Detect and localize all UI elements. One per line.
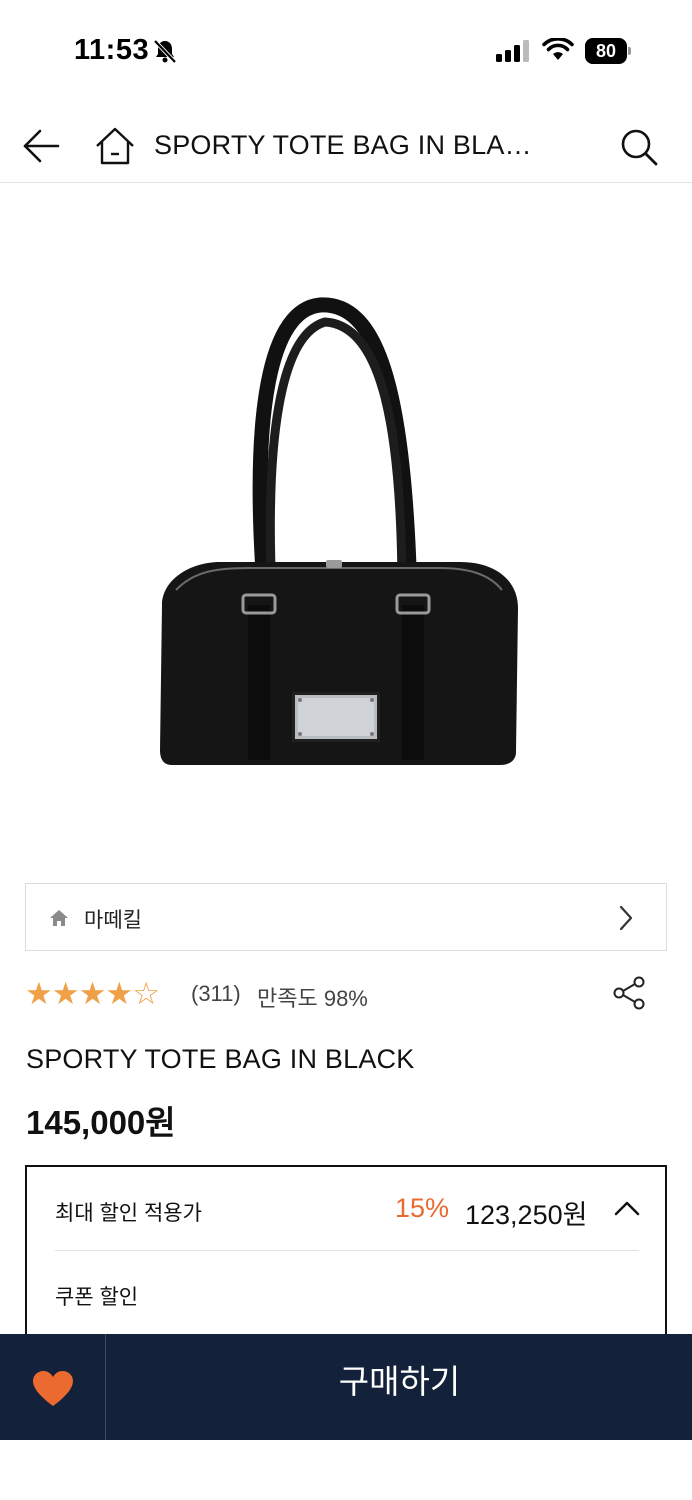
chevron-up-icon[interactable]	[613, 1199, 641, 1222]
page-title: SPORTY TOTE BAG IN BLA…	[154, 130, 532, 160]
battery-percent: 80	[595, 41, 617, 61]
heart-icon	[32, 1370, 74, 1413]
home-icon[interactable]	[94, 126, 136, 171]
satisfaction-rate: 만족도 98%	[257, 986, 368, 1011]
coupon-discount-label: 쿠폰 할인	[55, 1286, 139, 1309]
status-bar: 11:53 80	[0, 0, 692, 100]
star-filled-icon: ★	[105, 976, 133, 1011]
share-icon[interactable]	[611, 975, 647, 1016]
review-count[interactable]: (311)	[191, 981, 241, 1007]
battery-indicator: 80	[585, 38, 631, 64]
brand-link[interactable]: 마떼킬	[25, 883, 667, 951]
bell-muted-icon	[152, 38, 178, 69]
star-filled-icon: ★	[25, 976, 53, 1011]
bottom-action-bar: 구매하기	[0, 1334, 692, 1440]
max-discount-label: 최대 할인 적용가	[55, 1202, 202, 1225]
discounted-price: 123,250원	[465, 1200, 588, 1230]
back-arrow-icon[interactable]	[22, 128, 60, 169]
discount-panel: 최대 할인 적용가 15% 123,250원 쿠폰 할인	[25, 1165, 667, 1345]
rating-row: ★★★★☆ (311) 만족도 98%	[25, 975, 667, 1015]
chevron-right-icon	[616, 904, 636, 937]
search-icon[interactable]	[618, 126, 660, 173]
status-time: 11:53	[74, 34, 150, 66]
buy-button[interactable]: 구매하기	[107, 1334, 692, 1440]
cellular-signal-icon	[496, 40, 532, 67]
star-filled-icon: ★	[51, 976, 80, 1011]
star-filled-icon: ★	[78, 976, 107, 1011]
product-price: 145,000원	[26, 1104, 176, 1141]
top-navigation-bar: SPORTY TOTE BAG IN BLA…	[0, 108, 692, 183]
brand-home-icon	[48, 908, 70, 933]
star-empty-icon: ☆	[132, 976, 160, 1011]
product-name: SPORTY TOTE BAG IN BLACK	[26, 1044, 415, 1074]
battery-cap	[628, 47, 631, 55]
wishlist-button[interactable]	[0, 1334, 106, 1440]
discount-percent: 15%	[395, 1193, 450, 1223]
wifi-icon	[542, 37, 574, 67]
product-image[interactable]	[140, 290, 540, 780]
brand-name: 마떼킬	[84, 909, 142, 932]
divider	[55, 1250, 639, 1251]
star-rating[interactable]: ★★★★☆	[25, 976, 160, 1011]
